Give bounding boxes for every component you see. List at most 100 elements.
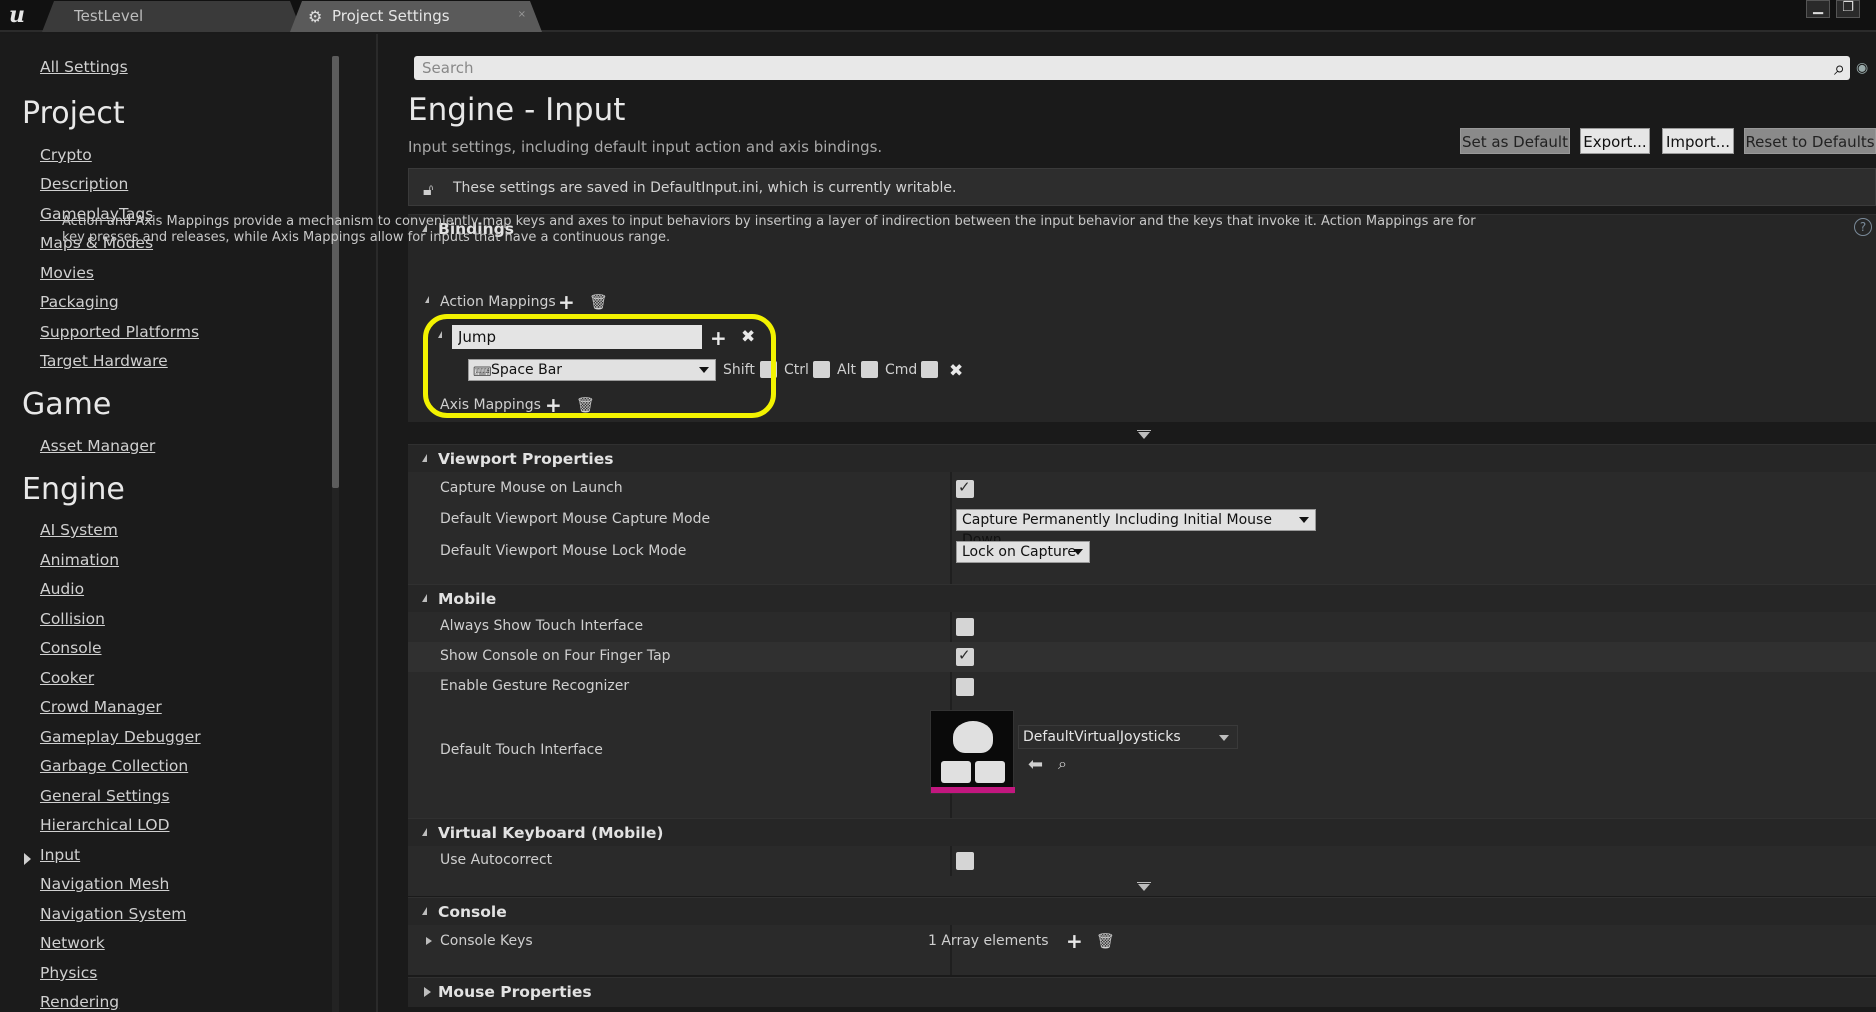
chevron-down-icon bbox=[1299, 517, 1309, 523]
expand-arrow-icon[interactable] bbox=[426, 937, 432, 945]
minimize-button[interactable]: ▁ bbox=[1806, 0, 1830, 18]
nav-item-rendering[interactable]: Rendering bbox=[40, 993, 119, 1011]
gesture-recognizer-checkbox[interactable] bbox=[956, 678, 974, 696]
section-mobile[interactable]: Mobile bbox=[408, 584, 1876, 612]
nav-item-network[interactable]: Network bbox=[40, 934, 105, 952]
touch-interface-select[interactable]: DefaultVirtualJoysticks bbox=[1018, 725, 1238, 749]
search-box[interactable] bbox=[414, 56, 1850, 80]
nav-item-ai-system[interactable]: AI System bbox=[40, 521, 118, 539]
browse-search-icon[interactable]: ⌕ bbox=[1058, 754, 1067, 774]
maximize-button[interactable]: ❐ bbox=[1836, 0, 1860, 18]
add-element-icon[interactable]: + bbox=[1066, 931, 1083, 951]
nav-item-description[interactable]: Description bbox=[40, 175, 128, 193]
search-icon[interactable]: ⌕ bbox=[1834, 56, 1858, 80]
nav-item-supported-platforms[interactable]: Supported Platforms bbox=[40, 323, 199, 341]
advanced-expand-icon[interactable] bbox=[1137, 882, 1151, 891]
row-mouse-capture-mode: Default Viewport Mouse Capture Mode Capt… bbox=[408, 505, 1876, 548]
alt-label: Alt bbox=[837, 362, 856, 378]
section-mouse-properties[interactable]: Mouse Properties bbox=[408, 977, 1876, 1007]
console-four-finger-checkbox[interactable] bbox=[956, 646, 974, 666]
ctrl-checkbox[interactable] bbox=[813, 361, 830, 378]
nav-item-movies[interactable]: Movies bbox=[40, 264, 94, 282]
mouse-lock-mode-select[interactable]: Lock on Capture bbox=[956, 541, 1090, 563]
nav-item-cooker[interactable]: Cooker bbox=[40, 669, 94, 687]
use-selected-arrow-icon[interactable]: ⬅ bbox=[1028, 754, 1043, 775]
joystick-pad-left bbox=[941, 761, 971, 783]
highlight-annotation bbox=[423, 314, 776, 418]
section-console[interactable]: Console bbox=[408, 897, 1876, 925]
nav-item-hierarchical-lod[interactable]: Hierarchical LOD bbox=[40, 816, 170, 834]
nav-item-physics[interactable]: Physics bbox=[40, 964, 97, 982]
row-label: Default Viewport Mouse Lock Mode bbox=[440, 543, 687, 559]
nav-item-navigation-system[interactable]: Navigation System bbox=[40, 905, 186, 923]
advanced-expand-icon[interactable] bbox=[1137, 430, 1151, 439]
section-title: Mobile bbox=[438, 590, 497, 608]
export-button[interactable]: Export... bbox=[1580, 128, 1650, 154]
nav-item-crypto[interactable]: Crypto bbox=[40, 146, 92, 164]
tab-project-settings[interactable]: ⚙ Project Settings × bbox=[290, 1, 542, 32]
nav-item-garbage-collection[interactable]: Garbage Collection bbox=[40, 757, 188, 775]
trash-icon[interactable]: 🗑︎ bbox=[589, 294, 608, 310]
autocorrect-checkbox[interactable] bbox=[956, 852, 974, 870]
nav-item-packaging[interactable]: Packaging bbox=[40, 293, 119, 311]
nav-item-asset-manager[interactable]: Asset Manager bbox=[40, 437, 155, 455]
cmd-label: Cmd bbox=[885, 362, 918, 378]
page-title: Engine - Input bbox=[408, 92, 626, 128]
nav-item-collision[interactable]: Collision bbox=[40, 610, 105, 628]
row-mouse-lock-mode: Default Viewport Mouse Lock Mode Lock on… bbox=[408, 537, 1876, 567]
add-action-mapping-icon[interactable]: + bbox=[558, 292, 575, 312]
remove-key-icon[interactable]: ✖ bbox=[949, 363, 963, 380]
nav-item-target-hardware[interactable]: Target Hardware bbox=[40, 352, 168, 370]
gear-icon: ⚙ bbox=[308, 7, 323, 26]
section-title: Viewport Properties bbox=[438, 450, 614, 468]
trash-icon[interactable]: 🗑︎ bbox=[1096, 933, 1115, 949]
close-tab-icon[interactable]: × bbox=[518, 9, 526, 20]
collapse-arrow-icon[interactable] bbox=[422, 907, 427, 915]
import-button[interactable]: Import... bbox=[1662, 128, 1734, 154]
collapse-arrow-icon[interactable] bbox=[422, 594, 427, 602]
mouse-capture-mode-select[interactable]: Capture Permanently Including Initial Mo… bbox=[956, 509, 1316, 548]
section-title: Console bbox=[438, 903, 507, 921]
alt-checkbox[interactable] bbox=[861, 361, 878, 378]
nav-all-settings[interactable]: All Settings bbox=[40, 58, 128, 76]
config-notice: 🔓︎ These settings are saved in DefaultIn… bbox=[408, 168, 1876, 206]
page-description: Input settings, including default input … bbox=[408, 138, 883, 156]
unreal-logo-icon[interactable]: u bbox=[4, 2, 30, 28]
eye-icon[interactable]: ◉ bbox=[1856, 60, 1876, 76]
mobile-body: Always Show Touch Interface Show Console… bbox=[408, 612, 1876, 818]
reset-to-defaults-button[interactable]: Reset to Defaults bbox=[1744, 128, 1876, 154]
select-value: DefaultVirtualJoysticks bbox=[1023, 729, 1181, 745]
nav-item-animation[interactable]: Animation bbox=[40, 551, 119, 569]
tab-testlevel[interactable]: TestLevel bbox=[42, 1, 302, 32]
collapse-arrow-icon[interactable] bbox=[425, 296, 429, 303]
joystick-icon bbox=[953, 721, 993, 753]
set-as-default-button[interactable]: Set as Default bbox=[1460, 128, 1570, 154]
search-input[interactable] bbox=[422, 58, 1802, 78]
nav-item-console[interactable]: Console bbox=[40, 639, 102, 657]
collapse-arrow-icon[interactable] bbox=[422, 454, 427, 462]
expand-arrow-icon[interactable] bbox=[424, 987, 431, 997]
row-label: Enable Gesture Recognizer bbox=[440, 678, 630, 694]
cmd-checkbox[interactable] bbox=[921, 361, 938, 378]
section-virtual-keyboard[interactable]: Virtual Keyboard (Mobile) bbox=[408, 818, 1876, 846]
row-capture-mouse: Capture Mouse on Launch bbox=[408, 474, 1876, 504]
section-viewport-properties[interactable]: Viewport Properties bbox=[408, 444, 1876, 472]
nav-item-audio[interactable]: Audio bbox=[40, 580, 84, 598]
select-value: Lock on Capture bbox=[962, 544, 1076, 560]
nav-item-general-settings[interactable]: General Settings bbox=[40, 787, 170, 805]
nav-item-input[interactable]: Input bbox=[40, 846, 80, 864]
nav-item-navigation-mesh[interactable]: Navigation Mesh bbox=[40, 875, 169, 893]
nav-item-gameplay-debugger[interactable]: Gameplay Debugger bbox=[40, 728, 201, 746]
capture-mouse-checkbox[interactable] bbox=[956, 478, 974, 498]
touch-interface-thumbnail[interactable] bbox=[930, 710, 1015, 794]
console-body: Console Keys 1 Array elements + 🗑︎ bbox=[408, 925, 1876, 975]
array-count: 1 Array elements bbox=[928, 933, 1049, 949]
always-show-touch-checkbox[interactable] bbox=[956, 618, 974, 636]
help-icon[interactable]: ? bbox=[1854, 218, 1872, 236]
collapse-arrow-icon[interactable] bbox=[422, 828, 427, 836]
sidebar-scrollbar[interactable] bbox=[332, 56, 339, 488]
nav-heading-project: Project bbox=[22, 96, 125, 131]
row-console-keys: Console Keys 1 Array elements + 🗑︎ bbox=[408, 927, 1876, 957]
bindings-description: Action and Axis Mappings provide a mecha… bbox=[62, 214, 1476, 245]
nav-item-crowd-manager[interactable]: Crowd Manager bbox=[40, 698, 162, 716]
